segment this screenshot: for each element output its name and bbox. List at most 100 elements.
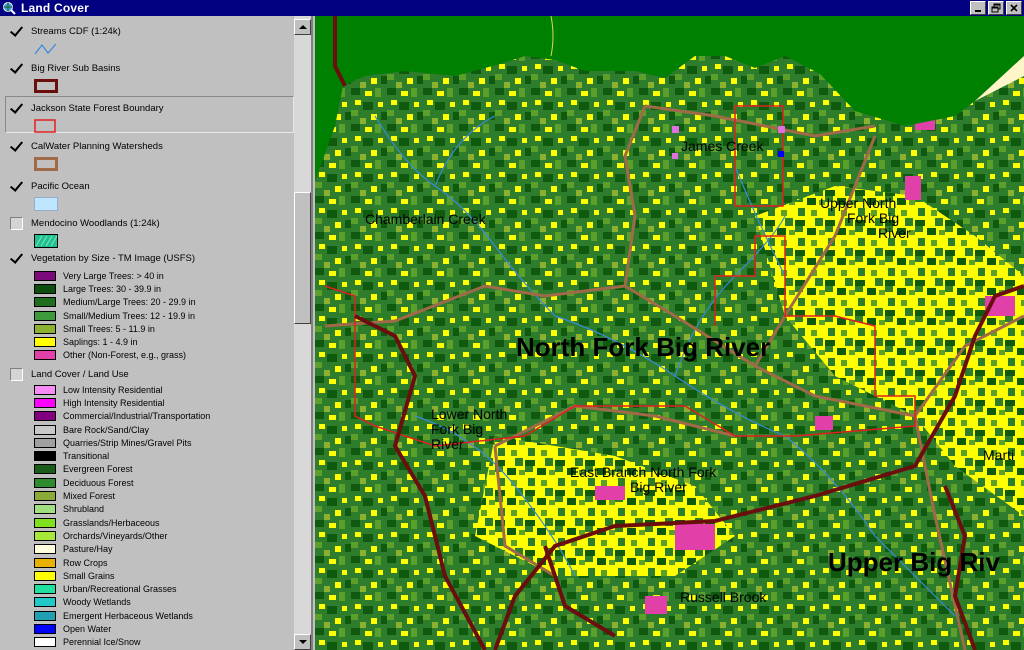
legend-swatch (34, 437, 56, 448)
legend-item: Woody Wetlands (34, 596, 294, 609)
legend-item: Mixed Forest (34, 489, 294, 502)
close-button[interactable] (1006, 1, 1022, 15)
legend-swatch (34, 491, 56, 502)
legend-swatch (34, 584, 56, 595)
legend-label: Transitional (63, 451, 110, 462)
layer-name: Jackson State Forest Boundary (31, 102, 164, 114)
legend-swatch (34, 544, 56, 555)
legend-item: Perennial Ice/Snow (34, 636, 294, 649)
legend-item: Quarries/Strip Mines/Gravel Pits (34, 436, 294, 449)
layer-checkbox-calwater[interactable] (10, 140, 23, 153)
restore-button[interactable] (988, 1, 1004, 15)
polygon-outline-symbol-icon (34, 157, 58, 171)
scroll-down-button[interactable] (294, 634, 311, 650)
legend-item: Pasture/Hay (34, 543, 294, 556)
legend-swatch (34, 530, 56, 541)
legend-swatch (34, 297, 56, 308)
legend-item: Orchards/Vineyards/Other (34, 529, 294, 542)
legend-label: Grasslands/Herbaceous (63, 517, 160, 528)
polygon-fill-symbol-icon (34, 197, 58, 211)
legend-item: Bare Rock/Sand/Clay (34, 423, 294, 436)
watershed-label-east-branch-2: Big River (630, 479, 687, 495)
layer-name: Vegetation by Size - TM Image (USFS) (31, 252, 196, 264)
legend-swatch (34, 424, 56, 435)
non-forest-patch (645, 596, 667, 614)
legend-item: Very Large Trees: > 40 in (34, 269, 294, 282)
legend-swatch (34, 557, 56, 568)
legend-label: Small/Medium Trees: 12 - 19.9 in (63, 310, 196, 321)
layer-jackson-forest[interactable]: Jackson State Forest Boundary (0, 100, 294, 138)
legend-label: Woody Wetlands (63, 597, 131, 608)
legend-label: Mixed Forest (63, 491, 116, 502)
legend-label: Saplings: 1 - 4.9 in (63, 337, 138, 348)
layer-mendocino-woodlands: Mendocino Woodlands (1:24k) (0, 215, 294, 253)
watershed-label-lower-north-fork-2: Fork Big (431, 421, 484, 437)
layer-checkbox-jackson-forest[interactable] (10, 102, 23, 115)
legend-label: Urban/Recreational Grasses (63, 584, 177, 595)
legend-swatch (34, 464, 56, 475)
layer-pacific-ocean: Pacific Ocean (0, 178, 294, 216)
layer-checkbox-sub-basins[interactable] (10, 62, 23, 75)
legend-item: Other (Non-Forest, e.g., grass) (34, 349, 294, 362)
legend-swatch (34, 517, 56, 528)
legend-item: Saplings: 1 - 4.9 in (34, 335, 294, 348)
legend-swatch (34, 270, 56, 281)
globe-search-icon (1, 0, 17, 16)
legend-label: Pasture/Hay (63, 544, 113, 555)
legend-item: Shrubland (34, 503, 294, 516)
legend-label: Other (Non-Forest, e.g., grass) (63, 350, 187, 361)
table-of-contents: Streams CDF (1:24k) Big River Sub Basins… (0, 16, 313, 650)
legend-label: Small Grains (63, 570, 115, 581)
subbasin-label-north-fork: North Fork Big River (516, 332, 771, 362)
legend-item: Evergreen Forest (34, 463, 294, 476)
layer-vegetation: Vegetation by Size - TM Image (USFS) Ver… (0, 250, 294, 362)
polygon-outline-symbol-icon (34, 119, 56, 133)
legend-swatch (34, 337, 56, 348)
title-bar[interactable]: Land Cover (0, 0, 1024, 16)
legend-swatch (34, 350, 56, 361)
legend-label: Quarries/Strip Mines/Gravel Pits (63, 437, 192, 448)
legend-label: Perennial Ice/Snow (63, 637, 141, 648)
legend-swatch (34, 310, 56, 321)
legend-item: Emergent Herbaceous Wetlands (34, 609, 294, 622)
scroll-up-button[interactable] (294, 19, 311, 35)
legend-label: Bare Rock/Sand/Clay (63, 424, 150, 435)
layer-checkbox-vegetation[interactable] (10, 252, 23, 265)
legend-item: Large Trees: 30 - 39.9 in (34, 282, 294, 295)
legend-label: Deciduous Forest (63, 477, 134, 488)
legend-swatch (34, 323, 56, 334)
layer-sub-basins: Big River Sub Basins (0, 60, 294, 98)
map-view[interactable]: James Creek Upper North Fork Big River C… (315, 16, 1024, 650)
toc-scrollbar[interactable] (294, 16, 311, 650)
legend-item: Low Intensity Residential (34, 383, 294, 396)
legend-swatch (34, 397, 56, 408)
subbasin-label-upper-big-river: Upper Big Riv (828, 547, 1000, 577)
legend-label: Very Large Trees: > 40 in (63, 270, 164, 281)
watershed-label-james-creek: James Creek (681, 138, 764, 154)
minimize-button[interactable] (970, 1, 986, 15)
legend-label: High Intensity Residential (63, 397, 165, 408)
layer-land-cover: Land Cover / Land Use Low Intensity Resi… (0, 366, 294, 649)
watershed-label-chamberlain-creek: Chamberlain Creek (365, 211, 486, 227)
scroll-thumb[interactable] (294, 192, 311, 324)
layer-streams: Streams CDF (1:24k) (0, 23, 294, 61)
legend-swatch (34, 637, 56, 648)
legend-label: Emergent Herbaceous Wetlands (63, 610, 193, 621)
watershed-label-upper-north-fork-3: River (878, 225, 911, 241)
legend-label: Open Water (63, 623, 112, 634)
watershed-label-marti: Marti (983, 447, 1015, 463)
legend-label: Row Crops (63, 557, 108, 568)
polygon-outline-symbol-icon (34, 79, 58, 93)
legend-swatch (34, 283, 56, 294)
layer-checkbox-streams[interactable] (10, 25, 23, 38)
legend-label: Shrubland (63, 504, 105, 515)
legend-label: Small Trees: 5 - 11.9 in (63, 323, 155, 334)
legend-label: Low Intensity Residential (63, 384, 163, 395)
arrow-up-icon (298, 25, 307, 29)
layer-checkbox-mendocino-woodlands[interactable] (10, 216, 23, 230)
legend-item: Medium/Large Trees: 20 - 29.9 in (34, 296, 294, 309)
layer-checkbox-land-cover[interactable] (10, 367, 23, 381)
legend-swatch (34, 623, 56, 634)
non-forest-patch (905, 176, 921, 200)
layer-checkbox-pacific-ocean[interactable] (10, 180, 23, 193)
